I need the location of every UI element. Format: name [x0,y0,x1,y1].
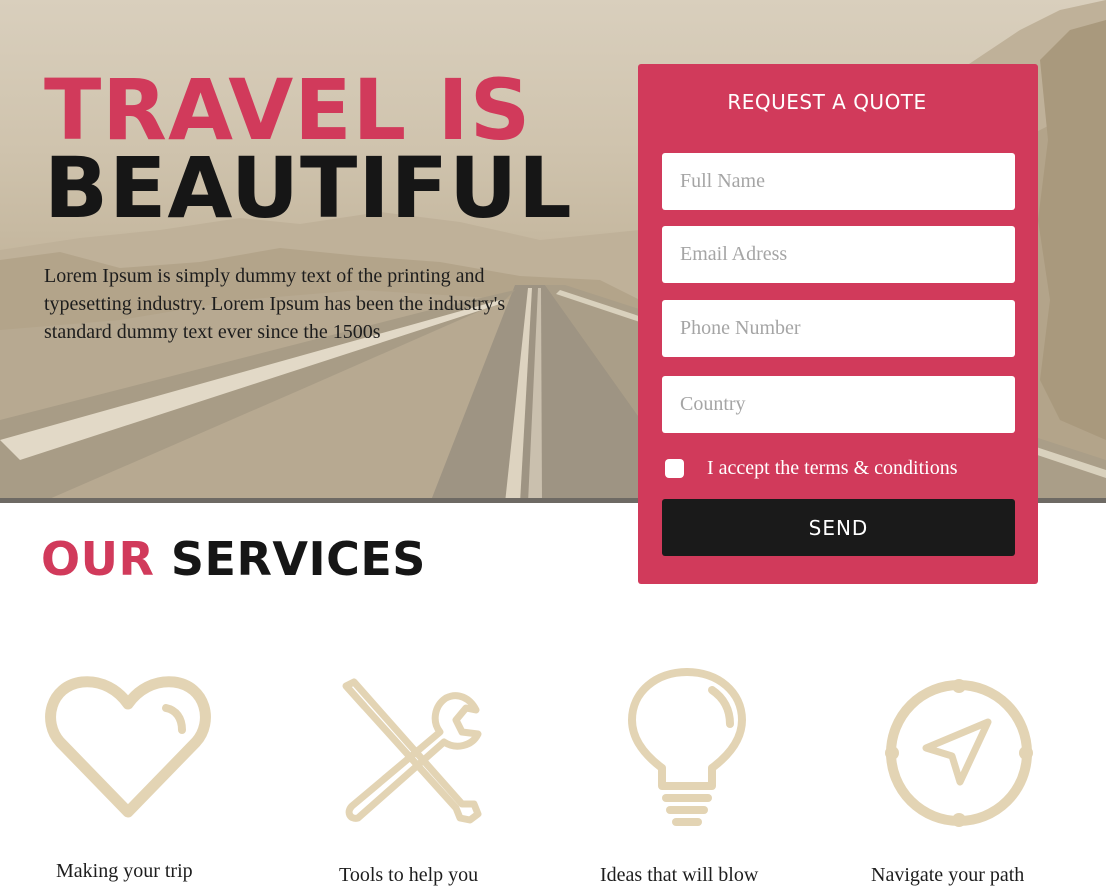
service-label-ideas: Ideas that will blow [600,864,759,886]
compass-icon [885,679,1033,827]
quote-form: REQUEST A QUOTE I accept the terms & con… [638,64,1038,584]
services-title: OUR SERVICES [41,536,426,582]
hero-description: Lorem Ipsum is simply dummy text of the … [44,265,506,343]
heart-icon [45,676,211,818]
hero-title: BEAUTIFUL [44,139,573,237]
terms-row: I accept the terms & conditions [665,454,957,482]
send-button[interactable]: SEND [662,499,1015,556]
phone-input[interactable] [662,300,1015,357]
services-title-rest: SERVICES [170,532,426,586]
country-input[interactable] [662,376,1015,433]
terms-checkbox[interactable] [665,458,684,478]
service-label-navigate: Navigate your path [871,864,1025,886]
service-label-trip: Making your trip [56,860,193,882]
quote-form-title: REQUEST A QUOTE [727,90,927,114]
lightbulb-icon [628,668,746,826]
email-input[interactable] [662,226,1015,283]
terms-label[interactable]: I accept the terms & conditions [707,457,957,480]
tools-icon [342,678,482,824]
full-name-input[interactable] [662,153,1015,210]
services-title-accent: OUR [41,532,155,586]
service-label-tools: Tools to help you [339,864,479,886]
